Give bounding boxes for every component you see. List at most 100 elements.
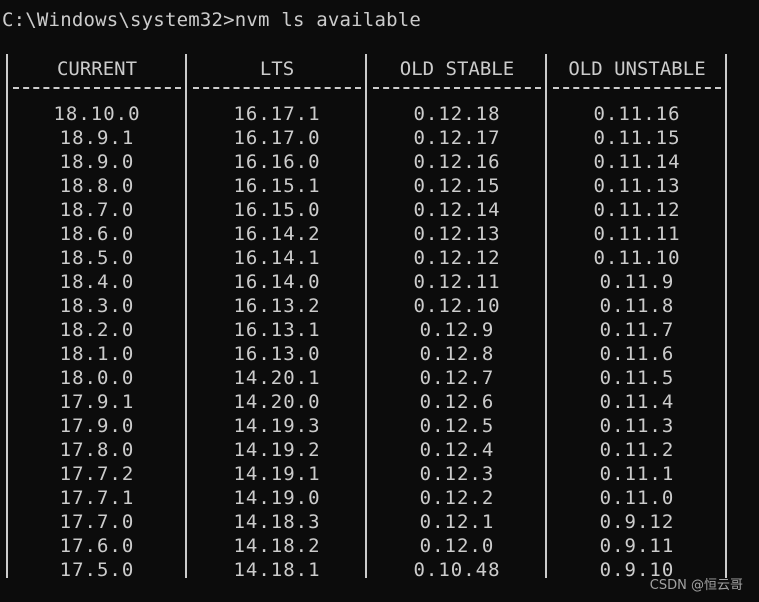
table-cell: 0.12.2 <box>419 487 495 509</box>
table-cell: 18.9.0 <box>59 151 135 173</box>
table-cell: 16.14.2 <box>233 223 321 245</box>
csdn-watermark: CSDN @恒云哥 <box>649 578 743 593</box>
column-header-old-unstable: OLD UNSTABLE <box>568 58 706 80</box>
table-cell: 18.8.0 <box>59 175 135 197</box>
table-cell: 18.7.0 <box>59 199 135 221</box>
table-cell: 0.12.13 <box>413 223 501 245</box>
table-cell: 0.11.5 <box>599 367 675 389</box>
table-border-divider-2 <box>365 54 367 578</box>
table-cell: 0.12.4 <box>419 439 495 461</box>
table-cell: 0.9.11 <box>599 535 675 557</box>
table-cell: 18.2.0 <box>59 319 135 341</box>
table-cell: 18.4.0 <box>59 271 135 293</box>
table-cell: 0.12.17 <box>413 127 501 149</box>
table-cell: 0.9.12 <box>599 511 675 533</box>
table-cell: 0.12.8 <box>419 343 495 365</box>
table-cell: 0.12.9 <box>419 319 495 341</box>
table-cell: 0.11.10 <box>593 247 681 269</box>
header-separator <box>373 87 541 89</box>
table-cell: 16.14.1 <box>233 247 321 269</box>
table-border-right <box>725 54 727 578</box>
table-cell: 14.20.0 <box>233 391 321 413</box>
table-cell: 0.12.0 <box>419 535 495 557</box>
table-cell: 0.12.6 <box>419 391 495 413</box>
table-border-divider-1 <box>185 54 187 578</box>
table-cell: 16.17.1 <box>233 103 321 125</box>
column-cells-old-unstable: 0.11.16 0.11.15 0.11.14 0.11.13 0.11.12 0.11.… <box>549 102 725 582</box>
table-cell: 14.18.3 <box>233 511 321 533</box>
table-cell: 0.11.12 <box>593 199 681 221</box>
table-cell: 17.9.1 <box>59 391 135 413</box>
table-border-left <box>6 54 8 578</box>
table-cell: 18.10.0 <box>53 103 141 125</box>
table-cell: 0.12.7 <box>419 367 495 389</box>
column-cells-current: 18.10.0 18.9.1 18.9.0 18.8.0 18.7.0 18.6.0 18.… <box>9 102 185 582</box>
table-cell: 0.12.18 <box>413 103 501 125</box>
column-cells-lts: 16.17.1 16.17.0 16.16.0 16.15.1 16.15.0 16.14… <box>189 102 365 582</box>
table-cell: 14.19.3 <box>233 415 321 437</box>
table-cell: 16.13.2 <box>233 295 321 317</box>
table-cell: 0.11.3 <box>599 415 675 437</box>
table-cell: 14.18.2 <box>233 535 321 557</box>
column-header-lts: LTS <box>259 58 295 80</box>
table-cell: 14.20.1 <box>233 367 321 389</box>
table-cell: 16.13.1 <box>233 319 321 341</box>
table-cell: 0.12.14 <box>413 199 501 221</box>
table-cell: 17.7.2 <box>59 463 135 485</box>
table-cell: 18.5.0 <box>59 247 135 269</box>
table-cell: 0.12.12 <box>413 247 501 269</box>
table-cell: 0.11.2 <box>599 439 675 461</box>
table-cell: 16.14.0 <box>233 271 321 293</box>
table-cell: 0.10.48 <box>413 559 501 581</box>
table-cell: 18.1.0 <box>59 343 135 365</box>
table-cell: 18.0.0 <box>59 367 135 389</box>
header-separator <box>193 87 361 89</box>
table-cell: 0.11.11 <box>593 223 681 245</box>
versions-table: CURRENT 18.10.0 18.9.1 18.9.0 18.8.0 18.7.0 1… <box>0 54 759 594</box>
table-cell: 0.11.15 <box>593 127 681 149</box>
table-cell: 16.13.0 <box>233 343 321 365</box>
column-header-old-stable: OLD STABLE <box>399 58 515 80</box>
table-cell: 0.11.6 <box>599 343 675 365</box>
table-cell: 0.11.1 <box>599 463 675 485</box>
table-border-divider-3 <box>545 54 547 578</box>
table-cell: 16.15.1 <box>233 175 321 197</box>
table-cell: 17.6.0 <box>59 535 135 557</box>
table-cell: 16.16.0 <box>233 151 321 173</box>
column-current: CURRENT 18.10.0 18.9.1 18.9.0 18.8.0 18.7.0 1… <box>9 54 185 581</box>
table-cell: 0.11.14 <box>593 151 681 173</box>
table-cell: 18.6.0 <box>59 223 135 245</box>
table-cell: 0.11.13 <box>593 175 681 197</box>
table-cell: 0.12.11 <box>413 271 501 293</box>
table-cell: 0.11.4 <box>599 391 675 413</box>
table-cell: 17.5.0 <box>59 559 135 581</box>
column-old-stable: OLD STABLE 0.12.18 0.12.17 0.12.16 0.12.15 0… <box>369 54 545 581</box>
table-cell: 0.11.9 <box>599 271 675 293</box>
column-header-current: CURRENT <box>56 58 138 80</box>
table-cell: 0.12.16 <box>413 151 501 173</box>
table-cell: 0.12.1 <box>419 511 495 533</box>
table-cell: 0.12.15 <box>413 175 501 197</box>
table-cell: 16.17.0 <box>233 127 321 149</box>
table-cell: 16.15.0 <box>233 199 321 221</box>
table-cell: 14.19.2 <box>233 439 321 461</box>
column-old-unstable: OLD UNSTABLE 0.11.16 0.11.15 0.11.14 0.11.1… <box>549 54 725 581</box>
table-cell: 0.11.7 <box>599 319 675 341</box>
table-cell: 17.7.1 <box>59 487 135 509</box>
table-cell: 18.3.0 <box>59 295 135 317</box>
table-cell: 17.8.0 <box>59 439 135 461</box>
column-cells-old-stable: 0.12.18 0.12.17 0.12.16 0.12.15 0.12.14 0.12.… <box>369 102 545 582</box>
column-lts: LTS 16.17.1 16.17.0 16.16.0 16.15.1 16.15.0 1… <box>189 54 365 581</box>
table-cell: 14.18.1 <box>233 559 321 581</box>
table-cell: 14.19.0 <box>233 487 321 509</box>
table-cell: 0.11.8 <box>599 295 675 317</box>
table-cell: 0.12.5 <box>419 415 495 437</box>
header-separator <box>553 87 721 89</box>
table-cell: 17.9.0 <box>59 415 135 437</box>
table-cell: 0.12.10 <box>413 295 501 317</box>
table-cell: 18.9.1 <box>59 127 135 149</box>
table-cell: 0.12.3 <box>419 463 495 485</box>
command-prompt-line: C:\Windows\system32>nvm ls available <box>2 9 422 31</box>
header-separator <box>13 87 181 89</box>
table-cell: 0.11.16 <box>593 103 681 125</box>
